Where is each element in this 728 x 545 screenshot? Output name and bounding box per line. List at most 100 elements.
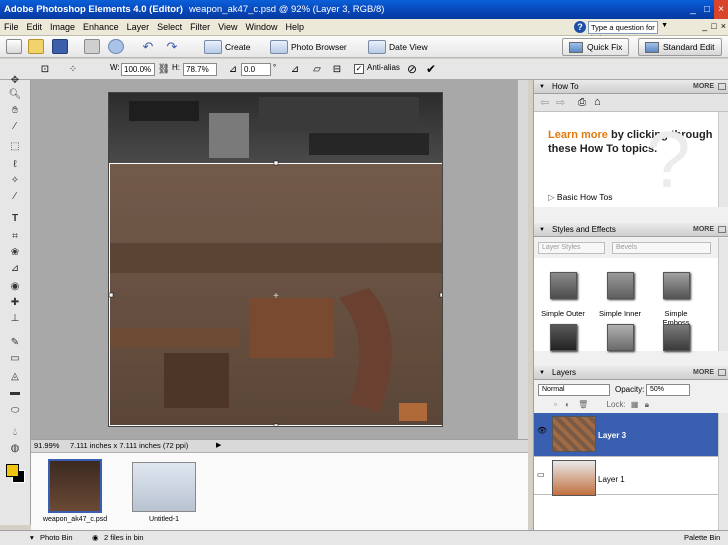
pencil-tool-icon[interactable]: ✎ xyxy=(8,336,22,350)
width-input[interactable]: 100.0% xyxy=(121,63,155,76)
foreground-color-swatch[interactable] xyxy=(6,464,19,477)
palette-bin-label[interactable]: Palette Bin xyxy=(684,533,720,542)
save-icon[interactable] xyxy=(52,39,68,54)
collapse-triangle-icon[interactable]: ▼ xyxy=(539,366,545,380)
menu-file[interactable]: File xyxy=(0,22,23,32)
document-canvas[interactable]: + xyxy=(108,92,443,427)
menu-window[interactable]: Window xyxy=(241,22,281,32)
standard-edit-button[interactable]: Standard Edit xyxy=(638,38,722,56)
cookie-cutter-tool-icon[interactable]: ❀ xyxy=(8,246,22,260)
photo-browser-button[interactable]: Photo Browser xyxy=(270,39,347,55)
chevron-down-icon[interactable]: ▼ xyxy=(661,22,668,29)
quick-fix-button[interactable]: Quick Fix xyxy=(562,38,630,56)
style-simple-emboss[interactable]: Simple Emboss xyxy=(650,272,702,327)
date-view-button[interactable]: Date View xyxy=(368,39,428,55)
crop-tool-icon[interactable]: ⌗ xyxy=(8,230,22,244)
menu-help[interactable]: Help xyxy=(281,22,308,32)
status-menu-icon[interactable]: ▶ xyxy=(216,441,221,449)
bin-thumbnail-weapon[interactable] xyxy=(48,459,102,513)
new-file-icon[interactable] xyxy=(6,39,22,54)
collapse-triangle-icon[interactable]: ▼ xyxy=(539,80,545,94)
undo-icon[interactable]: ↶ xyxy=(140,39,156,54)
cancel-transform-icon[interactable]: ⊘ xyxy=(405,63,419,76)
back-arrow-icon[interactable]: ⇦ xyxy=(540,96,549,109)
reference-point-icon[interactable]: ⁘ xyxy=(66,63,80,76)
bin-options-icon[interactable]: ◉ xyxy=(92,533,99,542)
transform-icon[interactable]: ⊡ xyxy=(38,63,52,76)
eye-icon[interactable]: ▭ xyxy=(537,470,547,480)
menu-edit[interactable]: Edit xyxy=(23,22,47,32)
home-icon[interactable]: ⌂ xyxy=(594,96,601,108)
collapse-triangle-icon[interactable]: ▼ xyxy=(539,223,545,237)
menu-image[interactable]: Image xyxy=(46,22,79,32)
sponge-tool-icon[interactable]: ◍ xyxy=(8,442,22,456)
zoom-tool-icon[interactable]: 🔍︎ xyxy=(8,88,22,102)
marquee-tool-icon[interactable]: ⬚ xyxy=(8,140,22,154)
online-services-icon[interactable] xyxy=(108,39,124,54)
layer-row-3[interactable]: 👁︎ Layer 3 xyxy=(534,413,719,457)
canvas-vertical-scrollbar[interactable] xyxy=(518,80,528,439)
menu-filter[interactable]: Filter xyxy=(186,22,214,32)
angle-input[interactable]: 0.0 xyxy=(241,63,271,76)
layers-more-button[interactable]: MORE xyxy=(693,366,714,380)
photo-bin-toggle-icon[interactable]: ▾ xyxy=(30,533,34,542)
eyedropper-tool-icon[interactable]: ⁄ xyxy=(8,120,22,134)
distort-icon[interactable]: ▱ xyxy=(310,63,324,76)
opacity-input[interactable]: 50% xyxy=(646,384,690,396)
palette-options-icon[interactable] xyxy=(718,369,726,376)
style-tile[interactable] xyxy=(594,324,646,351)
style-tile[interactable] xyxy=(650,324,702,351)
magic-wand-tool-icon[interactable]: ✧ xyxy=(8,174,22,188)
zoom-level[interactable]: 91.99% xyxy=(34,441,59,450)
blur-tool-icon[interactable]: 💧︎ xyxy=(8,426,22,440)
style-simple-inner[interactable]: Simple Inner xyxy=(594,272,646,318)
maximize-button[interactable]: □ xyxy=(700,0,714,19)
howto-palette-header[interactable]: ▼ How To MORE xyxy=(534,80,728,94)
minimize-button[interactable]: _ xyxy=(686,0,700,19)
delete-layer-icon[interactable]: 🗑︎ xyxy=(578,400,588,409)
menu-select[interactable]: Select xyxy=(153,22,186,32)
red-eye-tool-icon[interactable]: ◉ xyxy=(8,280,22,294)
layers-scrollbar[interactable] xyxy=(718,413,728,530)
menu-enhance[interactable]: Enhance xyxy=(79,22,123,32)
menu-view[interactable]: View xyxy=(214,22,241,32)
styles-library-select[interactable]: Bevels xyxy=(612,242,711,254)
new-layer-icon[interactable]: ▫ xyxy=(554,400,557,409)
create-button[interactable]: Create xyxy=(204,39,251,55)
howto-scrollbar[interactable] xyxy=(718,112,728,207)
howto-more-button[interactable]: MORE xyxy=(693,80,714,94)
doc-close-icon[interactable]: × xyxy=(721,21,726,31)
styles-more-button[interactable]: MORE xyxy=(693,223,714,237)
howto-learn-more-link[interactable]: Learn more xyxy=(548,129,608,141)
doc-minimize-icon[interactable]: _ xyxy=(702,21,707,31)
redo-icon[interactable]: ↷ xyxy=(164,39,180,54)
skew-icon[interactable]: ⊿ xyxy=(288,63,302,76)
doc-restore-icon[interactable]: □ xyxy=(711,21,716,31)
eye-icon[interactable]: 👁︎ xyxy=(537,426,547,436)
blend-mode-select[interactable]: Normal xyxy=(538,384,610,396)
height-input[interactable]: 78.7% xyxy=(183,63,217,76)
photo-bin-label[interactable]: Photo Bin xyxy=(40,533,73,542)
move-tool-icon[interactable]: ✥ xyxy=(8,74,22,88)
styles-palette-header[interactable]: ▼ Styles and Effects MORE xyxy=(534,223,728,237)
gradient-tool-icon[interactable]: ▬ xyxy=(8,386,22,400)
print-icon[interactable] xyxy=(84,39,100,54)
close-button[interactable]: × xyxy=(714,0,728,19)
adjustment-layer-icon[interactable]: ◐ xyxy=(565,400,570,409)
layers-palette-header[interactable]: ▼ Layers MORE xyxy=(534,366,728,380)
paint-bucket-tool-icon[interactable]: ◬ xyxy=(8,370,22,384)
antialias-checkbox[interactable]: ✓ xyxy=(354,64,364,74)
bin-thumbnail-untitled[interactable] xyxy=(132,462,196,512)
style-tile[interactable] xyxy=(537,324,589,351)
lasso-tool-icon[interactable]: ℓ xyxy=(8,158,22,172)
eraser-tool-icon[interactable]: ▭ xyxy=(8,352,22,366)
lock-all-icon[interactable]: 🔒︎ xyxy=(645,400,649,409)
basic-howtos-link[interactable]: ▷ Basic How Tos xyxy=(548,192,613,203)
open-folder-icon[interactable] xyxy=(28,39,44,54)
lock-transparency-icon[interactable]: ▦ xyxy=(631,400,639,409)
menu-layer[interactable]: Layer xyxy=(123,22,154,32)
styles-category-select[interactable]: Layer Styles xyxy=(538,242,605,254)
layer-row-1[interactable]: ▭ Layer 1 xyxy=(534,457,719,496)
perspective-icon[interactable]: ⊟ xyxy=(330,63,344,76)
styles-scrollbar[interactable] xyxy=(718,238,728,351)
